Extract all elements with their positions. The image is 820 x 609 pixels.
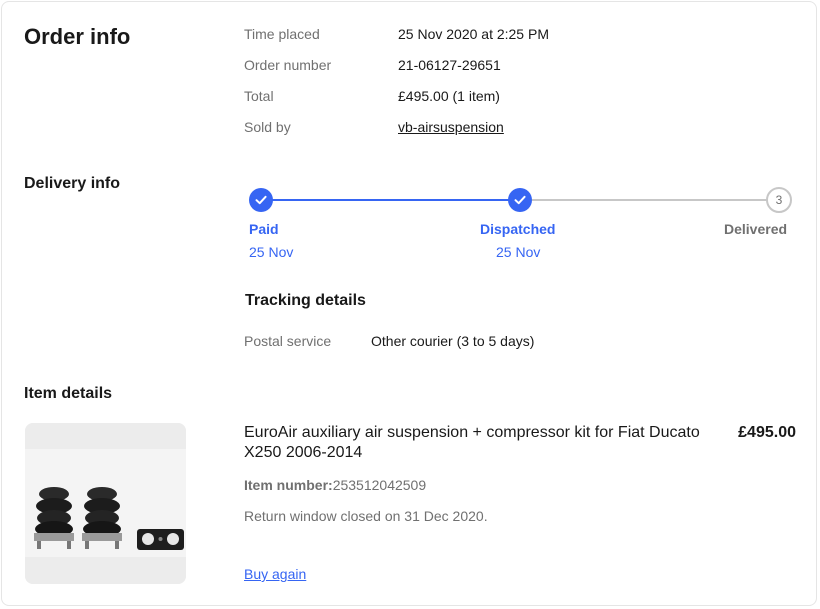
item-details-title: Item details: [24, 385, 113, 402]
item-price: £495.00: [738, 424, 796, 441]
delivery-info-title: Delivery info: [24, 175, 121, 192]
step-dispatched-label: Dispatched: [480, 221, 556, 237]
tracking-details-title: Tracking details: [245, 292, 366, 309]
step-paid-check-icon: [249, 188, 273, 212]
time-placed-label: Time placed: [244, 26, 320, 42]
item-number-label: Item number:: [244, 477, 333, 493]
postal-service-label: Postal service: [244, 333, 332, 349]
buy-again-link[interactable]: Buy again: [244, 566, 306, 582]
total-value: £495.00 (1 item): [398, 88, 500, 104]
postal-service-value: Other courier (3 to 5 days): [371, 333, 535, 349]
order-number-label: Order number: [244, 57, 332, 73]
step-dispatched-date: 25 Nov: [496, 244, 541, 260]
return-window-text: Return window closed on 31 Dec 2020.: [244, 508, 488, 524]
progress-line-paid-dispatched: [272, 199, 510, 201]
step-delivered-label: Delivered: [724, 221, 788, 237]
step-paid-date: 25 Nov: [249, 244, 294, 260]
sold-by-label: Sold by: [244, 119, 291, 135]
seller-link[interactable]: vb-airsuspension: [398, 119, 504, 135]
step-paid-label: Paid: [249, 221, 279, 237]
item-number-value: 253512042509: [332, 477, 427, 493]
item-image[interactable]: [25, 423, 186, 584]
order-info-title: Order info: [24, 24, 131, 49]
total-label: Total: [244, 88, 274, 104]
step-delivered-number-badge: 3: [766, 187, 792, 213]
step-dispatched-check-icon: [508, 188, 532, 212]
air-suspension-kit-image: [25, 423, 186, 584]
item-number-row: Item number:253512042509: [244, 477, 426, 493]
order-number-value: 21-06127-29651: [398, 57, 501, 73]
time-placed-value: 25 Nov 2020 at 2:25 PM: [398, 26, 549, 42]
item-title-link[interactable]: EuroAir auxiliary air suspension + compr…: [244, 423, 704, 463]
progress-line-dispatched-delivered: [532, 199, 768, 201]
